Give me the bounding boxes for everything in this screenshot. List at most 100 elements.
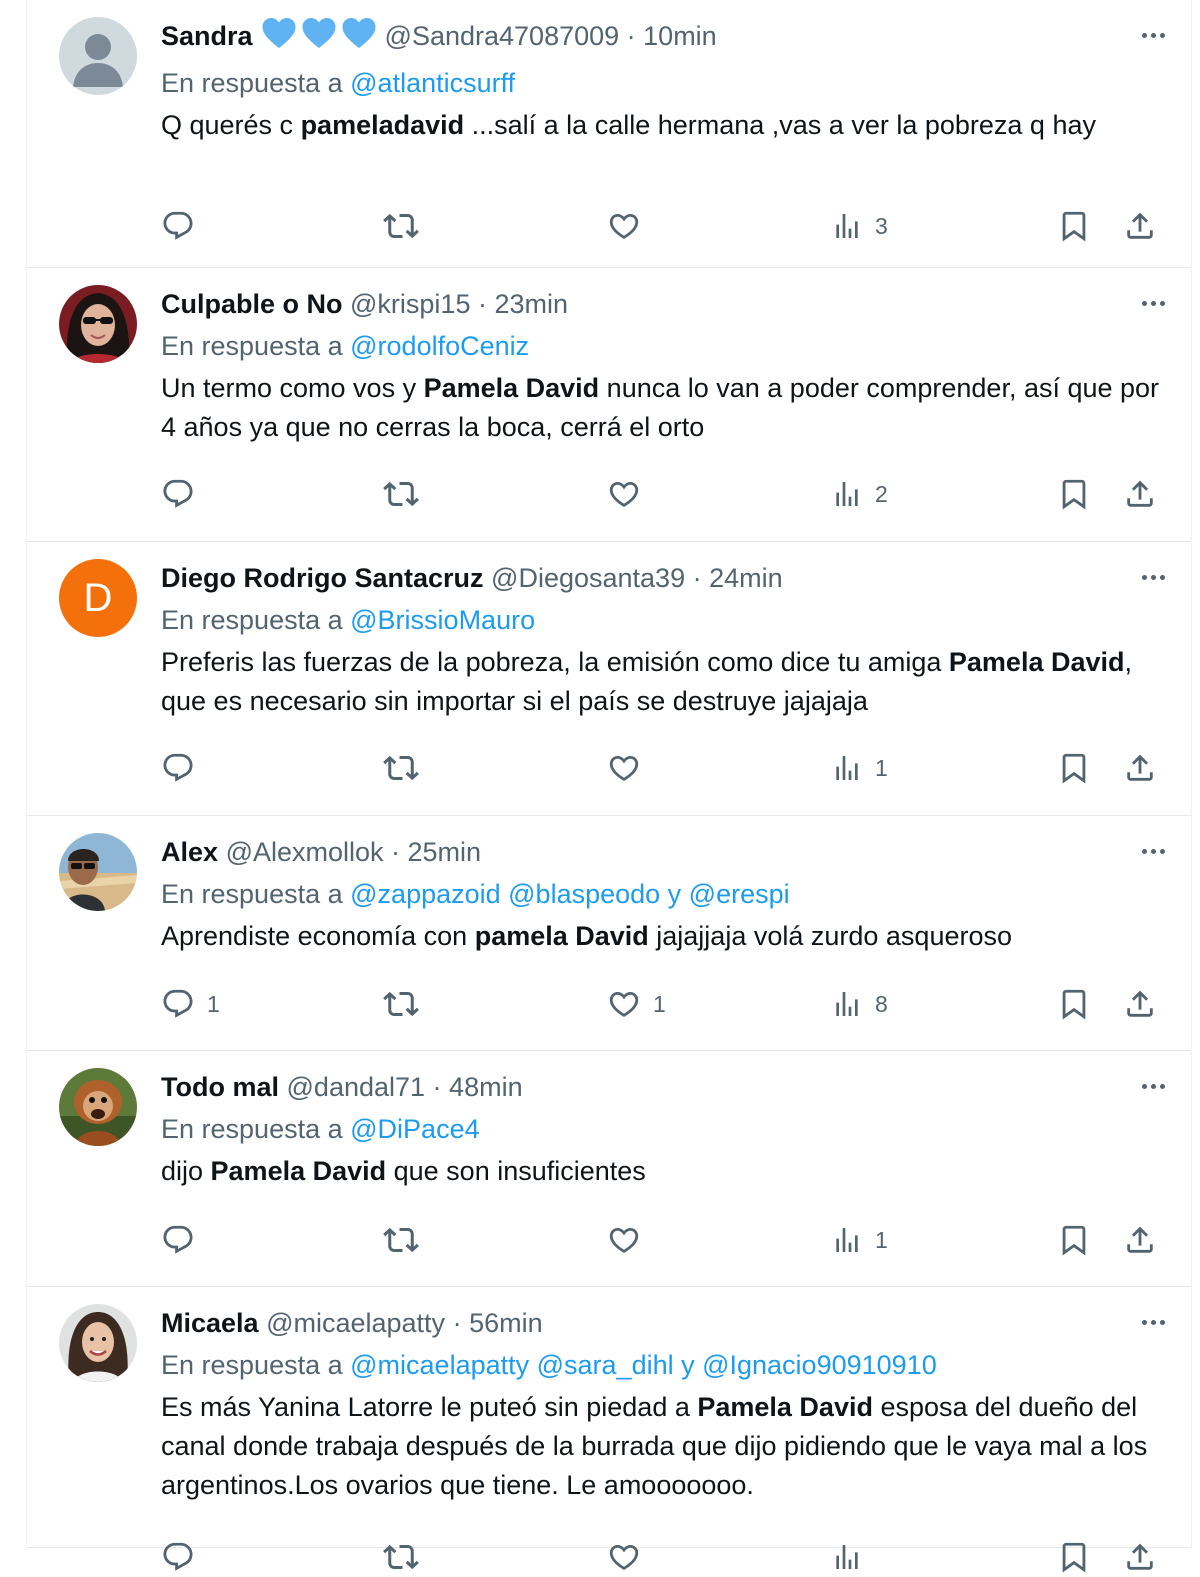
handle[interactable]: @Alexmollok — [226, 837, 384, 867]
retweet-button[interactable] — [383, 1537, 419, 1577]
reply-button[interactable] — [161, 206, 207, 246]
tweet[interactable]: Alex @Alexmollok · 25min En respuesta a @… — [27, 816, 1191, 1051]
timestamp[interactable]: 48min — [449, 1072, 523, 1102]
separator-dot: · — [383, 837, 408, 867]
display-name[interactable]: Alex — [161, 837, 218, 867]
like-button[interactable] — [607, 748, 653, 788]
more-icon[interactable] — [1133, 562, 1173, 592]
views-button[interactable]: 2 — [831, 474, 888, 514]
tweet-actions: 1 — [161, 748, 1171, 788]
display-name[interactable]: Diego Rodrigo Santacruz — [161, 563, 484, 593]
bookmark-button[interactable] — [1057, 748, 1091, 788]
views-count: 1 — [875, 754, 888, 781]
views-count: 3 — [875, 212, 888, 239]
bookmark-button[interactable] — [1057, 984, 1091, 1024]
retweet-button[interactable] — [383, 1220, 419, 1260]
avatar[interactable] — [59, 833, 137, 911]
like-icon — [607, 1223, 641, 1257]
share-button[interactable] — [1123, 748, 1157, 788]
highlighted-term: Pamela David — [948, 647, 1125, 677]
avatar-letter: D — [83, 575, 113, 620]
like-button[interactable] — [607, 474, 653, 514]
reply-mentions[interactable]: @DiPace4 — [350, 1114, 479, 1144]
display-name[interactable]: Micaela — [161, 1308, 259, 1338]
bookmark-button[interactable] — [1057, 1537, 1091, 1577]
reply-button[interactable] — [161, 474, 207, 514]
tweet-actions — [161, 1537, 1171, 1577]
timestamp[interactable]: 24min — [709, 563, 783, 593]
more-icon[interactable] — [1133, 20, 1173, 50]
reply-button[interactable] — [161, 1537, 207, 1577]
reply-mentions[interactable]: @BrissioMauro — [350, 605, 535, 635]
views-button[interactable]: 8 — [831, 984, 888, 1024]
timestamp[interactable]: 56min — [469, 1308, 543, 1338]
reply-mentions[interactable]: @micaelapatty @sara_dihl y @Ignacio90910… — [350, 1350, 937, 1380]
retweet-button[interactable] — [383, 748, 419, 788]
reply-prefix: En respuesta a — [161, 879, 343, 909]
reply-mentions[interactable]: @zappazoid @blaspeodo y @erespi — [350, 879, 789, 909]
bookmark-button[interactable] — [1057, 206, 1091, 246]
reply-icon — [161, 987, 195, 1021]
handle[interactable]: @Diegosanta39 — [491, 563, 685, 593]
reply-button[interactable] — [161, 1220, 207, 1260]
like-button[interactable] — [607, 1537, 653, 1577]
more-icon[interactable] — [1133, 1307, 1173, 1337]
timestamp[interactable]: 10min — [643, 21, 717, 51]
avatar[interactable]: D — [59, 559, 137, 637]
share-button[interactable] — [1123, 1537, 1157, 1577]
views-button[interactable]: 3 — [831, 206, 888, 246]
views-icon — [831, 478, 863, 510]
tweet[interactable]: Todo mal @dandal71 · 48min En respuesta a… — [27, 1051, 1191, 1287]
avatar[interactable] — [59, 285, 137, 363]
separator-dot: · — [470, 289, 495, 319]
share-button[interactable] — [1123, 474, 1157, 514]
avatar[interactable] — [59, 17, 137, 95]
tweet[interactable]: Micaela @micaelapatty · 56min En respuest… — [27, 1287, 1191, 1573]
avatar[interactable] — [59, 1068, 137, 1146]
retweet-button[interactable] — [383, 206, 419, 246]
share-button[interactable] — [1123, 984, 1157, 1024]
reply-mentions[interactable]: @rodolfoCeniz — [350, 331, 529, 361]
retweet-button[interactable] — [383, 474, 419, 514]
bookmark-button[interactable] — [1057, 474, 1091, 514]
share-button[interactable] — [1123, 1220, 1157, 1260]
highlighted-term: Pamela David — [210, 1156, 387, 1186]
bookmark-button[interactable] — [1057, 1220, 1091, 1260]
more-icon[interactable] — [1133, 1071, 1173, 1101]
reply-context: En respuesta a @zappazoid @blaspeodo y @… — [161, 874, 1161, 914]
tweet-header: Diego Rodrigo Santacruz @Diegosanta39 · … — [161, 558, 1161, 598]
timestamp[interactable]: 23min — [494, 289, 568, 319]
more-icon[interactable] — [1133, 836, 1173, 866]
handle[interactable]: @Sandra47087009 — [385, 21, 620, 51]
like-button[interactable]: 1 — [607, 984, 666, 1024]
reply-prefix: En respuesta a — [161, 331, 343, 361]
handle[interactable]: @dandal71 — [287, 1072, 426, 1102]
reply-icon — [161, 1223, 195, 1257]
display-name[interactable]: Culpable o No — [161, 289, 343, 319]
handle[interactable]: @micaelapatty — [266, 1308, 445, 1338]
reply-icon — [161, 477, 195, 511]
views-icon — [831, 210, 863, 242]
reply-button[interactable]: 1 — [161, 984, 220, 1024]
tweet[interactable]: Sandra @Sandra47087009 · 10min En respuest… — [27, 0, 1191, 268]
text-segment: dijo — [161, 1156, 211, 1186]
tweet[interactable]: D Diego Rodrigo Santacruz @Diegosanta39 ·… — [27, 542, 1191, 816]
display-name[interactable]: Sandra — [161, 21, 253, 51]
reply-button[interactable] — [161, 748, 207, 788]
views-button[interactable]: 1 — [831, 1220, 888, 1260]
text-segment: ...salí a la calle hermana ,vas a ver la… — [464, 110, 1096, 140]
display-name[interactable]: Todo mal — [161, 1072, 279, 1102]
like-button[interactable] — [607, 206, 653, 246]
reply-mentions[interactable]: @atlanticsurff — [350, 68, 515, 98]
share-button[interactable] — [1123, 206, 1157, 246]
timestamp[interactable]: 25min — [408, 837, 482, 867]
reply-context: En respuesta a @atlanticsurff — [161, 63, 1161, 103]
avatar[interactable] — [59, 1304, 137, 1382]
retweet-button[interactable] — [383, 984, 419, 1024]
like-button[interactable] — [607, 1220, 653, 1260]
handle[interactable]: @krispi15 — [350, 289, 470, 319]
more-icon[interactable] — [1133, 288, 1173, 318]
tweet[interactable]: Culpable o No @krispi15 · 23min En respue… — [27, 268, 1191, 542]
views-button[interactable]: 1 — [831, 748, 888, 788]
views-button[interactable] — [831, 1537, 875, 1577]
